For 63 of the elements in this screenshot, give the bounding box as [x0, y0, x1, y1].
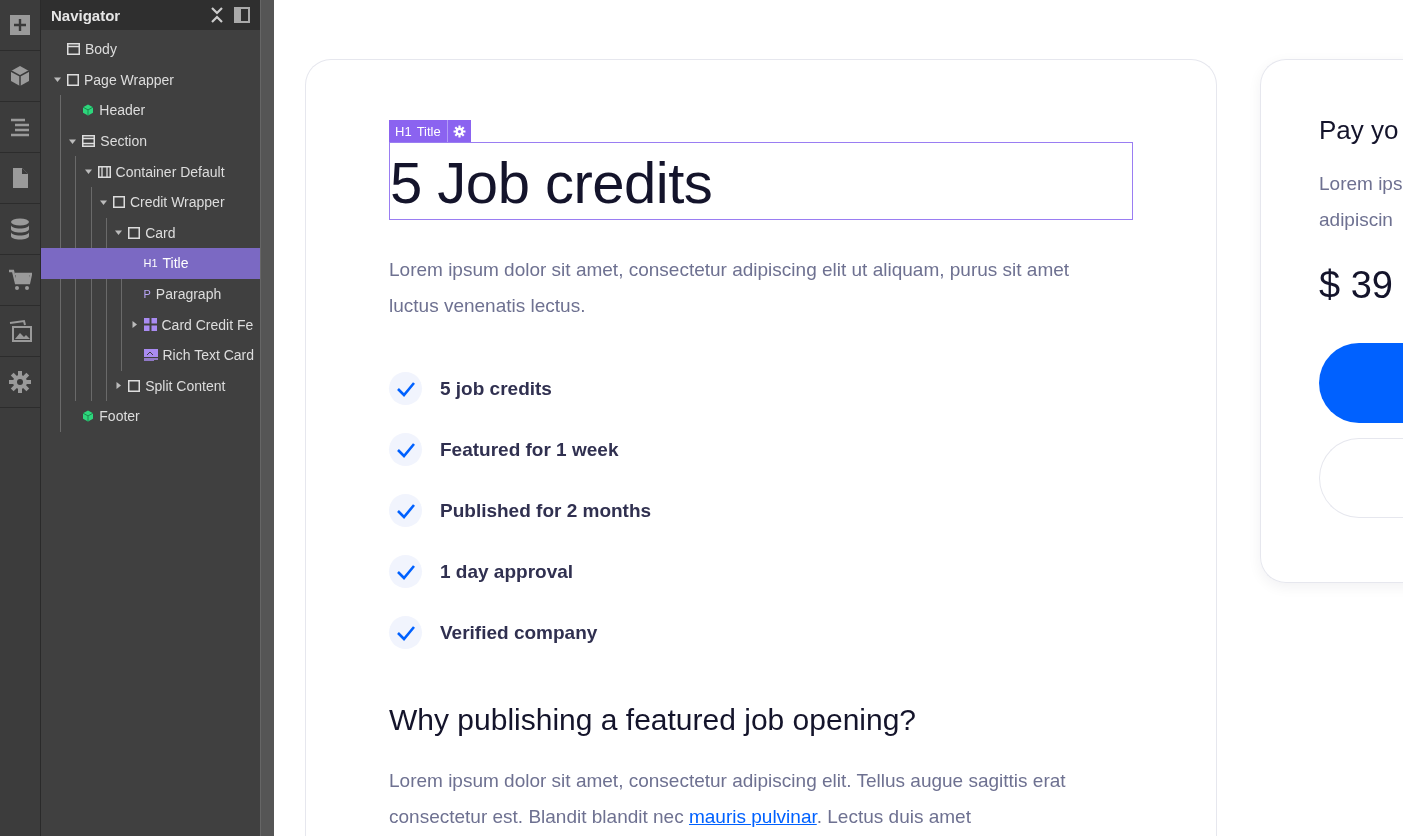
- section-heading: Why publishing a featured job opening?: [389, 703, 918, 737]
- caret-down-icon[interactable]: [114, 228, 124, 238]
- card-title: Pay yo: [1319, 115, 1400, 146]
- cube-icon: [82, 410, 95, 423]
- grid-icon: [143, 318, 157, 332]
- tree-item[interactable]: Credit Wrapper: [41, 186, 260, 218]
- feature-text: 1 day approval: [440, 560, 574, 583]
- tree-label: Paragraph: [155, 286, 222, 303]
- tree-item[interactable]: H1 Title: [41, 248, 260, 279]
- tree-item[interactable]: Body: [41, 34, 260, 65]
- tree-label: Footer: [99, 408, 140, 425]
- feature-text: Featured for 1 week: [440, 438, 619, 461]
- price: $ 39: [1319, 264, 1394, 307]
- text-link[interactable]: mauris pulvinar: [688, 806, 817, 827]
- window-icon: [67, 43, 80, 56]
- square-icon: [112, 196, 125, 209]
- collapse-icon[interactable]: [210, 7, 224, 23]
- feature-text: 5 job credits: [440, 377, 552, 400]
- square-icon: [128, 379, 141, 392]
- dock-icon[interactable]: [234, 7, 250, 23]
- badge-tag: H1: [395, 123, 412, 139]
- caret-down-icon[interactable]: [53, 75, 62, 85]
- tree-label: Split Content: [145, 377, 226, 394]
- tree-item[interactable]: Container Default: [41, 156, 260, 187]
- tree-label: Rich Text Card: [162, 347, 255, 364]
- tree-item[interactable]: Split Content: [41, 370, 260, 402]
- tree-item[interactable]: Rich Text Card: [41, 339, 260, 371]
- tree-item[interactable]: Card: [41, 217, 260, 249]
- section-icon: [82, 135, 96, 148]
- tree-label: Card Credit Fe: [161, 316, 254, 333]
- tree-label: Header: [99, 102, 146, 119]
- caret-right-icon[interactable]: [114, 381, 124, 391]
- tree-label: Section: [100, 133, 147, 150]
- paragraph-tag: P: [143, 288, 151, 301]
- tree-label: Page Wrapper: [84, 71, 174, 88]
- cube-icon: [82, 104, 95, 117]
- tree-item[interactable]: P Paragraph: [41, 278, 260, 310]
- tree-item[interactable]: Footer: [41, 401, 260, 432]
- tree-item[interactable]: Section: [41, 125, 260, 157]
- tree-item[interactable]: Page Wrapper: [41, 64, 260, 96]
- feature-text: Published for 2 months: [440, 499, 652, 522]
- caret-down-icon[interactable]: [83, 167, 93, 177]
- tree-item[interactable]: Card Credit Fe: [41, 309, 260, 340]
- card-text-line: Lorem ips: [1319, 172, 1403, 196]
- tree-label: Credit Wrapper: [129, 194, 225, 211]
- body-paragraph: Lorem ipsum dolor sit amet, consectetur adipiscing elit. Tellus augue sagittis erat consectetur est. Blandit blandit nec mauris pulvinar. Lectus duis amet: [389, 769, 1067, 829]
- container-icon: [97, 165, 111, 178]
- square-icon: [67, 73, 79, 86]
- badge-label: Title: [416, 123, 441, 139]
- tree-label: Card: [145, 224, 176, 241]
- feature-text: Verified company: [440, 621, 598, 644]
- tree-label: Container Default: [115, 163, 225, 180]
- tree-label: Title: [162, 255, 189, 272]
- card-title: 5 Job credits: [389, 142, 1133, 220]
- rich-text-icon: [143, 349, 158, 362]
- heading-tag: H1: [143, 257, 158, 270]
- element-badge[interactable]: H1 Title: [389, 120, 471, 142]
- panel-title: Navigator: [51, 6, 122, 24]
- card-description: Lorem ipsum dolor sit amet, consectetur adipiscing elit ut aliquam, purus sit amet luctus venenatis lectus.: [389, 258, 1071, 318]
- tree-label: Body: [85, 41, 117, 58]
- square-icon: [128, 226, 141, 239]
- card-text-line: adipiscin: [1319, 208, 1394, 232]
- tree-item[interactable]: Header: [41, 95, 260, 126]
